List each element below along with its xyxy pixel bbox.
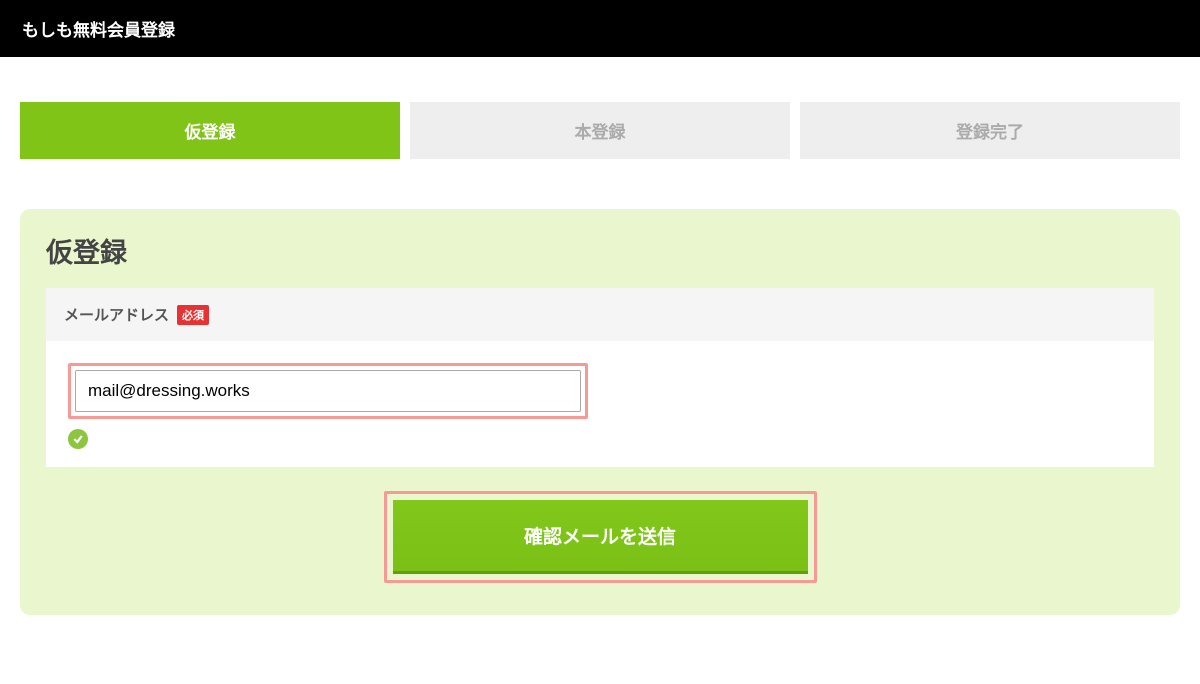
tab-provisional[interactable]: 仮登録: [20, 102, 400, 159]
field-body: [46, 341, 1154, 467]
tab-label: 登録完了: [956, 123, 1024, 142]
field-header: メールアドレス 必須: [46, 288, 1154, 341]
check-icon: [68, 429, 88, 449]
tab-main-registration[interactable]: 本登録: [410, 102, 790, 159]
submit-button[interactable]: 確認メールを送信: [393, 500, 808, 574]
header-bar: もしも無料会員登録: [0, 0, 1200, 57]
panel-title: 仮登録: [46, 231, 1154, 270]
main-container: 仮登録 本登録 登録完了 仮登録 メールアドレス 必須: [0, 102, 1200, 615]
submit-highlight: 確認メールを送信: [384, 491, 817, 583]
required-badge: 必須: [177, 305, 209, 325]
email-input[interactable]: [75, 370, 581, 412]
progress-tabs: 仮登録 本登録 登録完了: [20, 102, 1180, 159]
tab-complete[interactable]: 登録完了: [800, 102, 1180, 159]
submit-label: 確認メールを送信: [524, 527, 676, 548]
submit-wrap: 確認メールを送信: [46, 491, 1154, 583]
email-field-block: メールアドレス 必須: [46, 288, 1154, 467]
header-title: もしも無料会員登録: [22, 21, 175, 40]
registration-panel: 仮登録 メールアドレス 必須 確認メールを送信: [20, 209, 1180, 615]
email-label: メールアドレス: [64, 304, 169, 325]
tab-label: 仮登録: [185, 123, 236, 142]
input-highlight: [68, 363, 588, 419]
tab-label: 本登録: [575, 123, 626, 142]
